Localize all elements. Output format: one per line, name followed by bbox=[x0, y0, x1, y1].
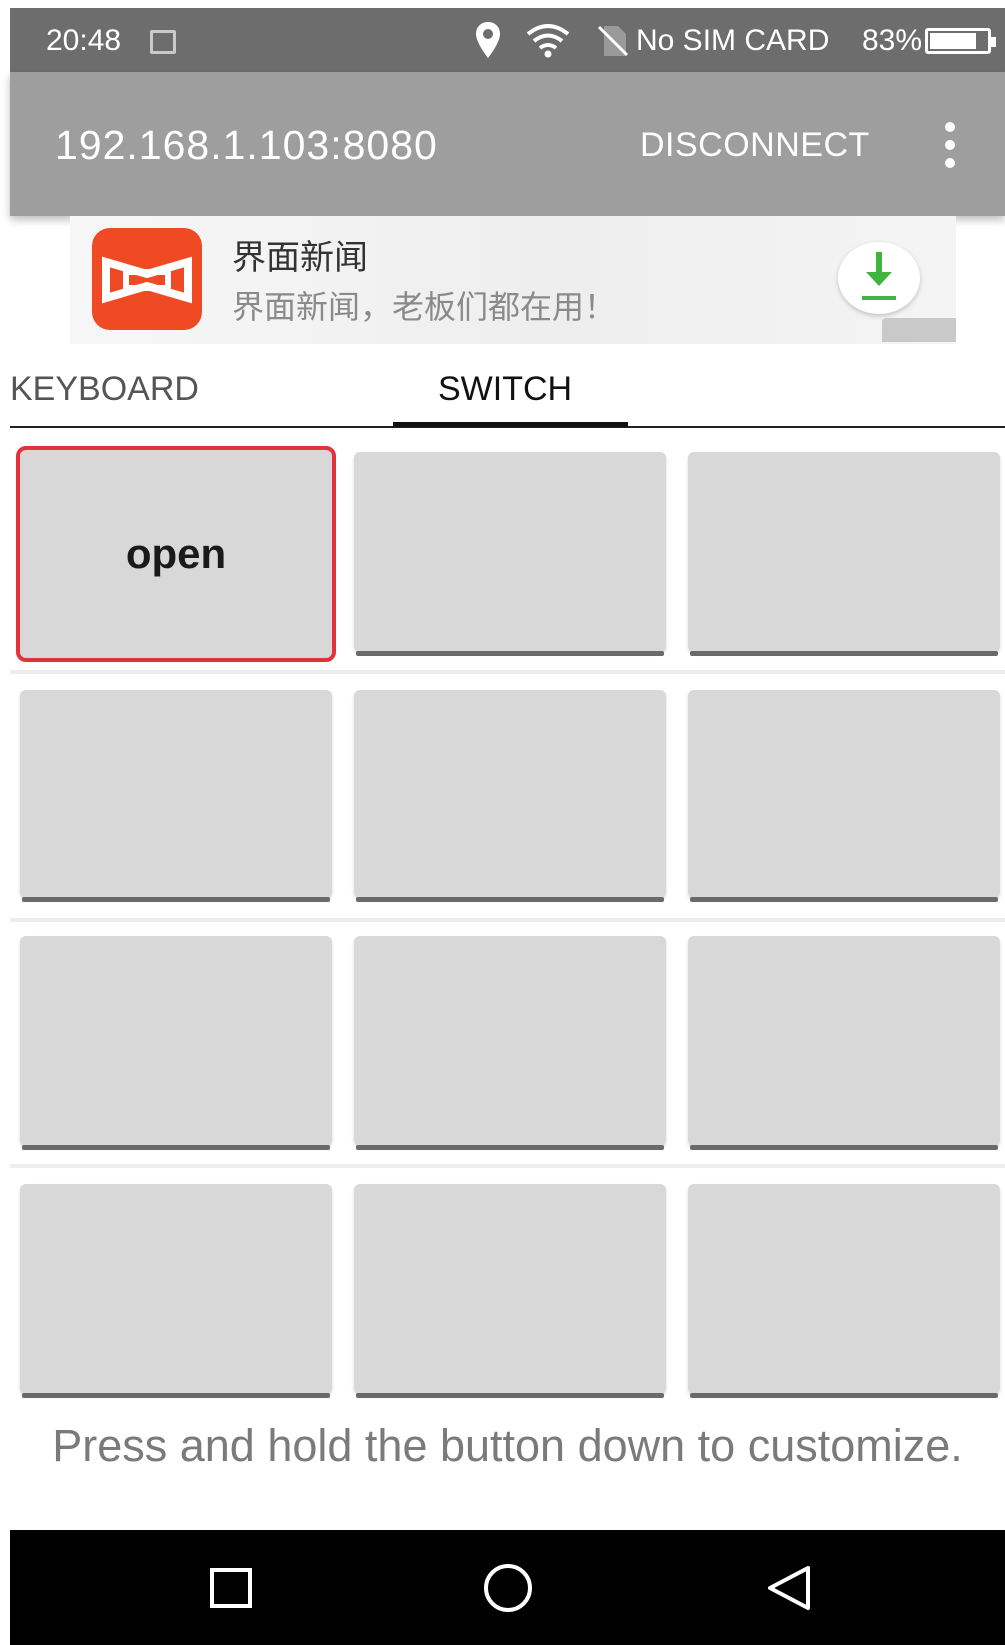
ad-logo-icon bbox=[92, 228, 202, 330]
gallery-icon bbox=[150, 30, 176, 54]
customize-hint: Press and hold the button down to custom… bbox=[52, 1420, 963, 1471]
switch-button[interactable] bbox=[20, 1184, 332, 1398]
battery-nub bbox=[991, 37, 996, 47]
location-icon bbox=[475, 22, 501, 66]
status-time: 20:48 bbox=[46, 24, 122, 57]
download-icon[interactable] bbox=[838, 242, 920, 314]
ad-subtitle: 界面新闻，老板们都在用！ bbox=[232, 289, 617, 325]
battery-fill bbox=[930, 33, 977, 49]
ad-title: 界面新闻 bbox=[232, 239, 368, 277]
switch-button[interactable] bbox=[688, 1184, 1000, 1398]
carrier-label: No SIM CARD bbox=[636, 24, 830, 57]
recent-apps-icon[interactable] bbox=[210, 1568, 252, 1608]
app-bar: 192.168.1.103:8080 DISCONNECT bbox=[10, 72, 1005, 216]
switch-button[interactable] bbox=[688, 690, 1000, 902]
switch-button-open[interactable]: open bbox=[16, 446, 336, 662]
switch-button[interactable] bbox=[20, 690, 332, 902]
switch-button[interactable] bbox=[354, 936, 666, 1150]
navigation-bar bbox=[10, 1530, 1005, 1645]
no-sim-icon bbox=[596, 24, 630, 66]
active-tab-indicator bbox=[393, 422, 628, 427]
disconnect-button[interactable]: DISCONNECT bbox=[640, 126, 870, 165]
switch-button[interactable] bbox=[688, 452, 1000, 656]
tab-keyboard[interactable]: KEYBOARD bbox=[10, 370, 199, 409]
wifi-icon bbox=[524, 22, 572, 66]
switch-button[interactable] bbox=[354, 1184, 666, 1398]
row-divider bbox=[10, 670, 1005, 674]
home-icon[interactable] bbox=[484, 1564, 532, 1612]
switch-button[interactable] bbox=[354, 452, 666, 656]
battery-icon bbox=[925, 28, 996, 54]
ad-mark-icon bbox=[882, 318, 956, 342]
battery-percent: 83% bbox=[862, 24, 923, 57]
switch-button[interactable] bbox=[20, 936, 332, 1150]
connection-address: 192.168.1.103:8080 bbox=[55, 122, 438, 168]
ad-banner[interactable]: 界面新闻 界面新闻，老板们都在用！ bbox=[70, 216, 956, 344]
back-icon[interactable] bbox=[766, 1564, 812, 1617]
switch-button[interactable] bbox=[354, 690, 666, 902]
status-bar: 20:48 No SIM CARD 83% bbox=[10, 8, 1005, 72]
tab-bar: KEYBOARD SWITCH bbox=[10, 350, 1005, 428]
switch-button[interactable] bbox=[688, 936, 1000, 1150]
more-vert-icon[interactable] bbox=[938, 122, 962, 168]
row-divider bbox=[10, 918, 1005, 922]
phone-screen: 20:48 No SIM CARD 83% 192.168.1.103:8080… bbox=[0, 0, 1005, 1645]
row-divider bbox=[10, 1164, 1005, 1168]
tab-switch[interactable]: SWITCH bbox=[438, 370, 572, 409]
